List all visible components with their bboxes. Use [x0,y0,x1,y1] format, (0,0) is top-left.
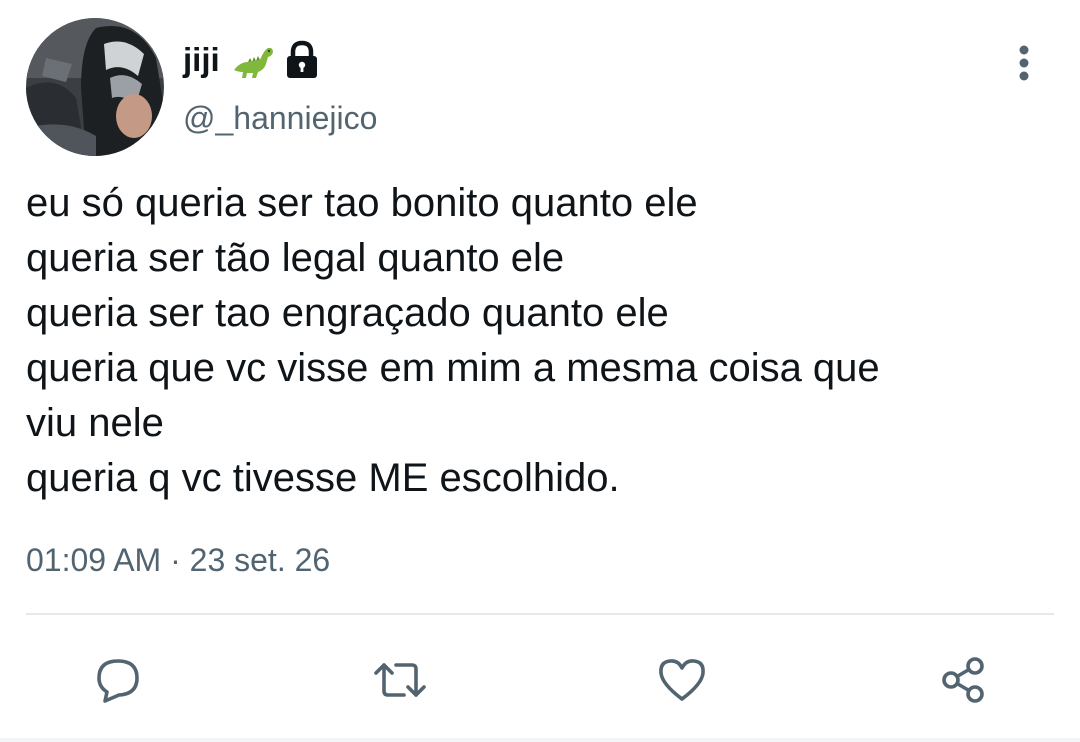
tweet-text-line: queria q vc tivesse ME escolhido. [26,456,620,500]
tweet-timestamp[interactable]: 01:09 AM · 23 set. 26 [26,542,330,579]
tweet-date: 23 set. 26 [189,542,331,578]
tweet-text-line: queria ser tão legal quanto ele [26,236,565,280]
more-options-button[interactable] [1006,40,1042,86]
tweet-text-line: viu nele [26,401,164,445]
like-button[interactable] [652,650,712,710]
meta-separator: · [170,542,181,578]
speech-bubble-icon [97,659,139,703]
display-name[interactable]: jiji [183,41,220,79]
vertical-dots-icon [1019,45,1029,81]
tweet-text-line: queria que vc visse em mim a mesma coisa… [26,346,880,390]
bottom-border [0,738,1080,742]
tweet-text-line: queria ser tao engraçado quanto ele [26,291,669,335]
author-name-row: jiji [183,38,320,82]
dinosaur-emoji-icon [230,40,274,80]
reply-button[interactable] [88,650,148,710]
share-icon [942,657,984,703]
author-handle[interactable]: @_hanniejico [183,100,377,137]
lock-icon [284,40,320,80]
retweet-icon [374,663,426,697]
share-button[interactable] [933,650,993,710]
retweet-button[interactable] [370,650,430,710]
tweet-text-line: eu só queria ser tao bonito quanto ele [26,181,698,225]
tweet-text: eu só queria ser tao bonito quanto ele q… [26,176,1036,506]
divider [26,613,1054,615]
tweet-time: 01:09 AM [26,542,162,578]
heart-icon [659,659,705,701]
avatar[interactable] [26,18,164,156]
